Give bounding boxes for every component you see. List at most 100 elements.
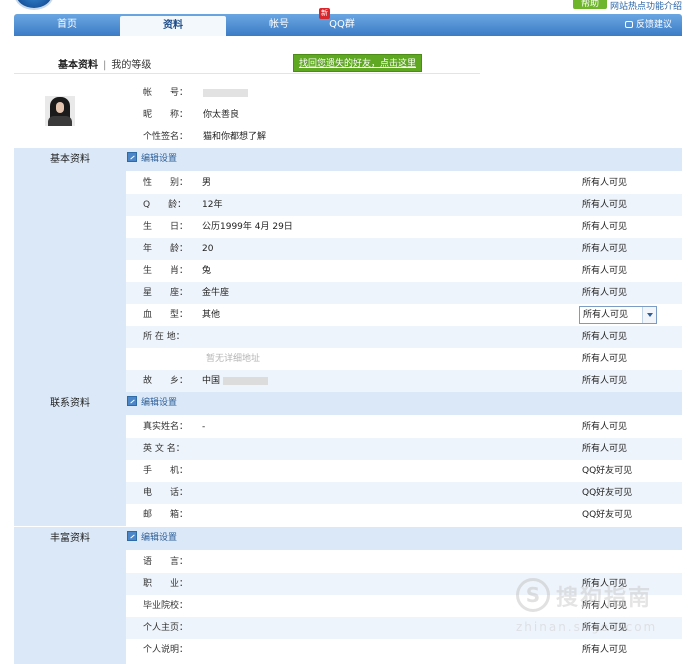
visibility-selected: 所有人可见 <box>583 310 629 320</box>
visibility-label[interactable]: 所有人可见 <box>582 595 627 617</box>
visibility-label[interactable]: 所有人可见 <box>582 438 627 460</box>
info-row: 生 日： 公历1999年 4月 29日 所有人可见 <box>126 216 682 238</box>
signature-value: 猫和你都想了解 <box>203 132 267 142</box>
field-label: 个人主页： <box>143 623 189 633</box>
visibility-label[interactable]: QQ好友可见 <box>582 482 632 504</box>
find-friends-button[interactable]: 找回您遗失的好友，点击这里 <box>293 54 422 72</box>
subnav-separator: | <box>103 60 107 71</box>
field-label: 职 业： <box>143 579 189 589</box>
visibility-label[interactable]: 所有人可见 <box>582 370 627 392</box>
field-label: 生 日： <box>143 222 189 232</box>
contact-edit-link[interactable]: 编辑设置 <box>127 392 177 415</box>
account-row: 帐 号： <box>143 86 248 100</box>
info-row: 邮 箱： QQ好友可见 <box>126 504 682 526</box>
field-label: 毕业院校： <box>143 601 189 611</box>
field-value: 其他 <box>202 310 221 320</box>
info-row: 真实姓名： - 所有人可见 <box>126 416 682 438</box>
field-label: 年 龄： <box>143 244 189 254</box>
section-contact-title: 联系资料 <box>50 398 90 409</box>
info-row: Q 龄： 12年 所有人可见 <box>126 194 682 216</box>
section-basic-title: 基本资料 <box>50 154 90 165</box>
tab-home[interactable]: 首页 <box>14 14 120 36</box>
visibility-label[interactable]: 所有人可见 <box>582 172 627 194</box>
section-rich-sidebar <box>14 550 126 664</box>
chat-icon <box>624 21 633 28</box>
info-row: 所 在 地： 所有人可见 <box>126 326 682 348</box>
field-label: 个人说明： <box>143 645 189 655</box>
field-value: 暂无详细地址 <box>206 354 261 364</box>
signature-label: 个性签名： <box>143 132 189 142</box>
info-row: 生 肖： 兔 所有人可见 <box>126 260 682 282</box>
field-label: 真实姓名： <box>143 422 189 432</box>
feedback-label: 反馈建议 <box>635 20 672 30</box>
field-label: 性 别： <box>143 178 189 188</box>
info-row: 毕业院校： 所有人可见 <box>126 595 682 617</box>
basic-edit-link[interactable]: 编辑设置 <box>127 148 177 171</box>
field-label: 星 座： <box>143 288 189 298</box>
info-row: 电 话： QQ好友可见 <box>126 482 682 504</box>
nickname-row: 昵 称： 你太善良 <box>143 108 239 122</box>
edit-icon <box>127 396 137 406</box>
field-value: - <box>202 422 206 432</box>
field-value: 兔 <box>202 266 212 276</box>
chevron-down-icon[interactable] <box>642 307 656 323</box>
tab-qq-group[interactable]: QQ群 <box>302 14 382 36</box>
info-row: 英 文 名： 所有人可见 <box>126 438 682 460</box>
hot-features-link[interactable]: 网站热点功能介绍 <box>610 0 682 12</box>
visibility-label[interactable]: 所有人可见 <box>582 326 627 348</box>
visibility-label[interactable]: 所有人可见 <box>582 194 627 216</box>
visibility-label[interactable]: 所有人可见 <box>582 260 627 282</box>
section-basic-header: 基本资料 编辑设置 <box>14 148 682 171</box>
field-label: 语 言： <box>143 557 189 567</box>
feedback-link[interactable]: 反馈建议 <box>624 14 672 36</box>
signature-row: 个性签名： 猫和你都想了解 <box>143 130 266 144</box>
field-label: 生 肖： <box>143 266 189 276</box>
edit-icon <box>127 531 137 541</box>
section-rich-title: 丰富资料 <box>50 533 90 544</box>
account-label: 帐 号： <box>143 88 189 98</box>
nickname-label: 昵 称： <box>143 110 189 120</box>
section-rich-header: 丰富资料 编辑设置 <box>14 527 682 550</box>
edit-label: 编辑设置 <box>141 154 178 164</box>
sub-nav: 基本资料 | 我的等级 <box>58 56 151 71</box>
info-row: 血 型： 其他 所有人可见 <box>126 304 682 326</box>
info-row: 个人主页： 所有人可见 <box>126 617 682 639</box>
visibility-label[interactable]: 所有人可见 <box>582 639 627 661</box>
visibility-label[interactable]: 所有人可见 <box>582 348 627 370</box>
info-row: 个人说明： 所有人可见 <box>126 639 682 661</box>
new-badge: 新 <box>319 8 330 19</box>
field-value: 男 <box>202 178 212 188</box>
hometown-country: 中国 <box>202 376 221 386</box>
visibility-label[interactable]: 所有人可见 <box>582 617 627 639</box>
visibility-label[interactable]: QQ好友可见 <box>582 460 632 482</box>
hometown-redacted <box>222 376 268 385</box>
qq-logo <box>14 0 54 10</box>
avatar[interactable] <box>45 96 75 126</box>
subnav-basic[interactable]: 基本资料 <box>58 60 98 71</box>
field-label: 手 机： <box>143 466 189 476</box>
account-value-redacted <box>203 88 248 97</box>
edit-icon <box>127 152 137 162</box>
visibility-label[interactable]: 所有人可见 <box>582 573 627 595</box>
field-value: 中国 <box>202 370 268 392</box>
edit-label: 编辑设置 <box>141 398 178 408</box>
section-contact-sidebar <box>14 415 126 526</box>
info-row: 手 机： QQ好友可见 <box>126 460 682 482</box>
visibility-label[interactable]: 所有人可见 <box>582 282 627 304</box>
rich-edit-link[interactable]: 编辑设置 <box>127 527 177 550</box>
field-label: 血 型： <box>143 310 189 320</box>
visibility-label[interactable]: 所有人可见 <box>582 416 627 438</box>
field-label: Q 龄： <box>143 200 187 210</box>
subnav-level[interactable]: 我的等级 <box>111 60 151 71</box>
visibility-label[interactable]: 所有人可见 <box>582 216 627 238</box>
section-contact-header: 联系资料 编辑设置 <box>14 392 682 415</box>
visibility-label[interactable]: QQ好友可见 <box>582 504 632 526</box>
help-button[interactable]: 帮助 <box>573 0 607 9</box>
visibility-label[interactable]: 所有人可见 <box>582 238 627 260</box>
nickname-value: 你太善良 <box>203 110 240 120</box>
info-row: 性 别： 男 所有人可见 <box>126 172 682 194</box>
visibility-select[interactable]: 所有人可见 <box>579 306 657 324</box>
field-value: 公历1999年 4月 29日 <box>202 222 293 232</box>
tab-profile[interactable]: 资料 <box>120 16 226 36</box>
info-row: 星 座： 金牛座 所有人可见 <box>126 282 682 304</box>
